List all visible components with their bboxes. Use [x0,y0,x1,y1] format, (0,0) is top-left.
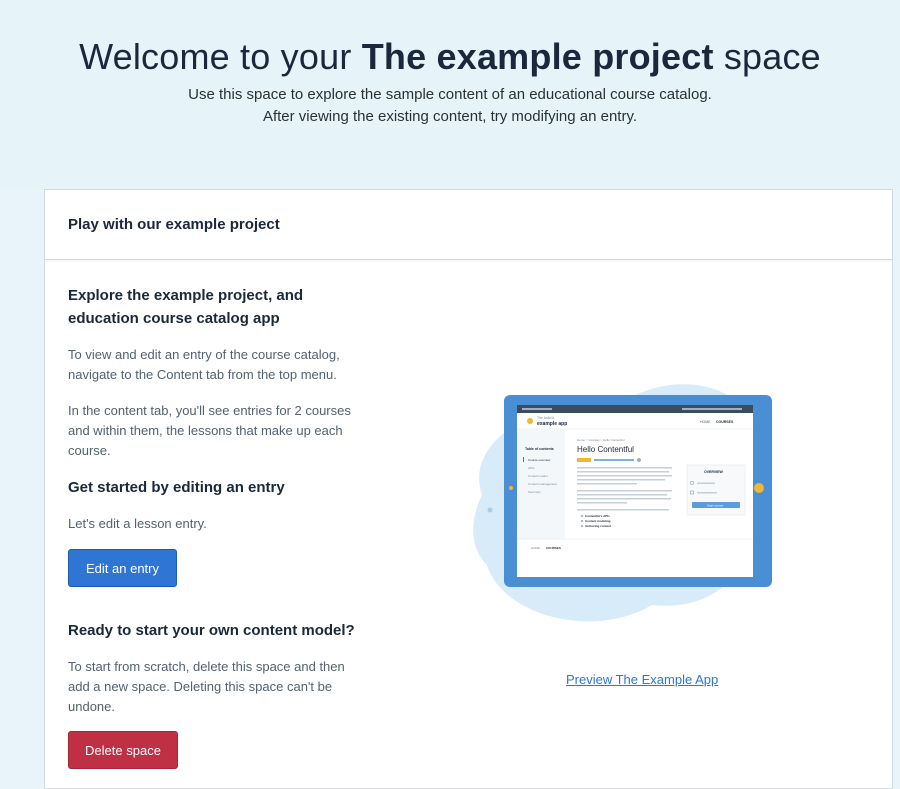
tablet-dot-icon [754,483,764,493]
mock-logo-icon [527,418,533,424]
camera-icon [509,486,513,490]
mock-nav-courses: COURSES [716,420,734,424]
ready-text-line-3: undone. [68,699,115,714]
ready-text-line-2: add a new space. Deleting this space can… [68,679,333,694]
mock-toc-item: Summary [528,490,541,494]
explore-text-1-line-1: To view and edit an entry of the course … [68,347,340,362]
subtitle-line-1: Use this space to explore the sample con… [188,86,712,103]
mock-logo-name: example app [537,421,567,427]
example-app-illustration: The build it example app HOME COURSES Ta… [473,384,772,622]
mock-footer-home: HOME [531,546,540,550]
mock-bullet [581,515,583,517]
mock-page-title: Hello Contentful [577,445,634,454]
mock-bullet-text: Content modeling [585,519,611,523]
mock-nav-home: HOME [700,420,711,424]
mock-bullet-text: Contentful's APIs [585,514,610,518]
mock-breadcrumb: Home > Courses > Hello Contentful [577,438,625,442]
preview-example-app-link[interactable]: Preview The Example App [566,672,718,687]
mock-tag [577,458,591,462]
explore-text-2-line-1: In the content tab, you'll see entries f… [68,403,351,418]
mock-overview-line [697,492,717,494]
mock-toc-active-bar [523,457,524,462]
mock-info-icon [637,458,641,462]
started-heading: Get started by editing an entry [68,479,285,496]
edit-entry-button[interactable]: Edit an entry [68,549,177,587]
dot-decoration [487,507,493,513]
explore-text-1-line-2: navigate to the Content tab from the top… [68,367,337,382]
mock-bullet [581,520,583,522]
title-prefix: Welcome to your [79,36,362,77]
mock-toc-item: Content management [528,482,557,486]
mock-logo-small: The build it [537,416,554,420]
mock-toc-item: Content model [528,474,548,478]
space-name: The example project [361,36,714,77]
card-title: Play with our example project [68,216,280,233]
mock-overview-title: OVERVIEW [704,470,723,474]
mock-bullet [581,525,583,527]
mock-toc-item: Course overview [528,458,551,462]
mock-toc-item: APIs [528,466,535,470]
welcome-hero: Welcome to your The example project spac… [0,0,900,190]
subtitle-line-2: After viewing the existing content, try … [262,108,638,125]
mock-bullet-text: Authoring content [585,524,611,528]
page-title: Welcome to your The example project spac… [0,36,900,78]
mock-start-course-label: Start course [707,503,724,507]
mock-toc-title: Table of contents [525,447,554,451]
mock-topbar-text-right [682,408,742,410]
card-header: Play with our example project [45,190,892,260]
started-text: Let's edit a lesson entry. [68,516,207,531]
mock-edit-link [594,459,634,461]
explore-text-2-line-2: and within them, the lessons that make u… [68,423,343,438]
ready-heading: Ready to start your own content model? [68,622,355,639]
mock-topbar-text [522,408,552,410]
title-suffix: space [713,36,821,77]
example-project-card: Play with our example project Explore th… [44,189,893,789]
delete-space-button[interactable]: Delete space [68,731,178,769]
mock-overview-line [697,482,715,484]
ready-text-line-1: To start from scratch, delete this space… [68,659,345,674]
explore-heading-line-2: education course catalog app [68,310,280,327]
explore-heading-line-1: Explore the example project, and [68,287,304,304]
mock-footer-courses: COURSES [546,546,561,550]
explore-text-2-line-3: course. [68,443,111,458]
